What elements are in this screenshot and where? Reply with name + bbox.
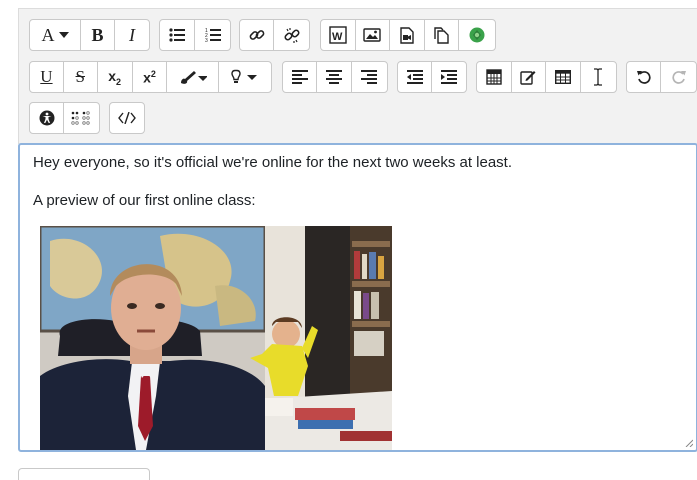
align-left-icon [291,70,308,84]
bold-icon: B [91,24,104,45]
editor-line-1: Hey everyone, so it's official we're onl… [33,154,513,171]
align-center-button[interactable] [317,62,352,92]
italic-icon: I [129,24,135,45]
tip-icon [231,69,258,83]
accessibility-group [29,102,100,134]
h5p-icon [469,27,485,43]
link-group [239,19,310,51]
equation-icon [486,69,502,85]
superscript-icon: x2 [143,68,156,86]
text-style-group: U S x2 x2 [29,61,272,93]
braille-button[interactable] [64,103,99,133]
svg-text:W: W [332,31,343,43]
editor-content[interactable]: Hey everyone, so it's official we're onl… [18,143,697,452]
unordered-list-icon [169,28,185,42]
accessibility-button[interactable] [30,103,65,133]
accessibility-icon [39,110,55,126]
align-group [282,61,388,93]
redo-button[interactable] [661,62,696,92]
equation-button[interactable] [477,62,512,92]
braille-icon [70,111,90,125]
h5p-button[interactable] [459,20,495,50]
indent-icon [441,70,457,84]
edit-icon [520,71,536,85]
text-format-group: A B I [29,19,150,51]
resize-handle[interactable] [685,439,693,447]
media-button[interactable] [390,20,425,50]
font-format-button[interactable]: A [30,20,81,50]
tools-group [476,61,617,93]
strikethrough-icon: S [75,67,86,86]
text-cursor-icon [594,68,603,86]
bold-button[interactable]: B [81,20,115,50]
table-icon [554,70,571,84]
align-center-icon [326,70,343,84]
italic-button[interactable]: I [115,20,149,50]
ordered-list-button[interactable]: 123 [195,20,230,50]
insert-group: W [320,19,496,51]
word-import-button[interactable]: W [321,20,356,50]
align-right-button[interactable] [352,62,387,92]
outdent-icon [406,70,423,84]
align-right-icon [361,70,378,84]
indent-button[interactable] [432,62,466,92]
background-color-icon [180,71,207,84]
table-button[interactable] [546,62,581,92]
subscript-button[interactable]: x2 [98,62,133,92]
unordered-list-button[interactable] [160,20,196,50]
embedded-image[interactable] [40,226,392,450]
unlink-button[interactable] [274,20,309,50]
html-source-icon [118,112,136,124]
align-left-button[interactable] [283,62,318,92]
outdent-button[interactable] [398,62,433,92]
text-cursor-button[interactable] [581,62,616,92]
underline-icon: U [40,67,53,86]
font-format-dropdown-icon: A [42,25,69,46]
html-group [109,102,145,134]
unlink-icon [284,28,300,43]
background-color-button[interactable] [167,62,220,92]
history-group [626,61,697,93]
redo-icon [671,71,686,84]
link-button[interactable] [240,20,275,50]
word-import-icon: W [329,26,347,44]
tip-button[interactable] [219,62,271,92]
svg-text:3: 3 [205,38,208,43]
next-field-box[interactable] [18,468,150,480]
undo-button[interactable] [627,62,662,92]
underline-button[interactable]: U [30,62,64,92]
undo-icon [636,71,651,84]
image-icon [363,28,382,42]
list-group: 123 [159,19,231,51]
media-icon [400,26,414,44]
indent-group [397,61,467,93]
file-manager-icon [434,26,449,44]
link-icon [249,30,264,40]
superscript-button[interactable]: x2 [133,62,168,92]
strikethrough-button[interactable]: S [64,62,98,92]
ordered-list-icon: 123 [205,28,221,43]
image-button[interactable] [356,20,391,50]
html-source-button[interactable] [110,103,144,133]
editor-toolbar: A B I 123 W U S x2 x2 [18,8,697,144]
file-manager-button[interactable] [425,20,460,50]
subscript-icon: x2 [108,67,122,87]
edit-button[interactable] [512,62,546,92]
editor-line-2: A preview of our first online class: [33,192,256,209]
